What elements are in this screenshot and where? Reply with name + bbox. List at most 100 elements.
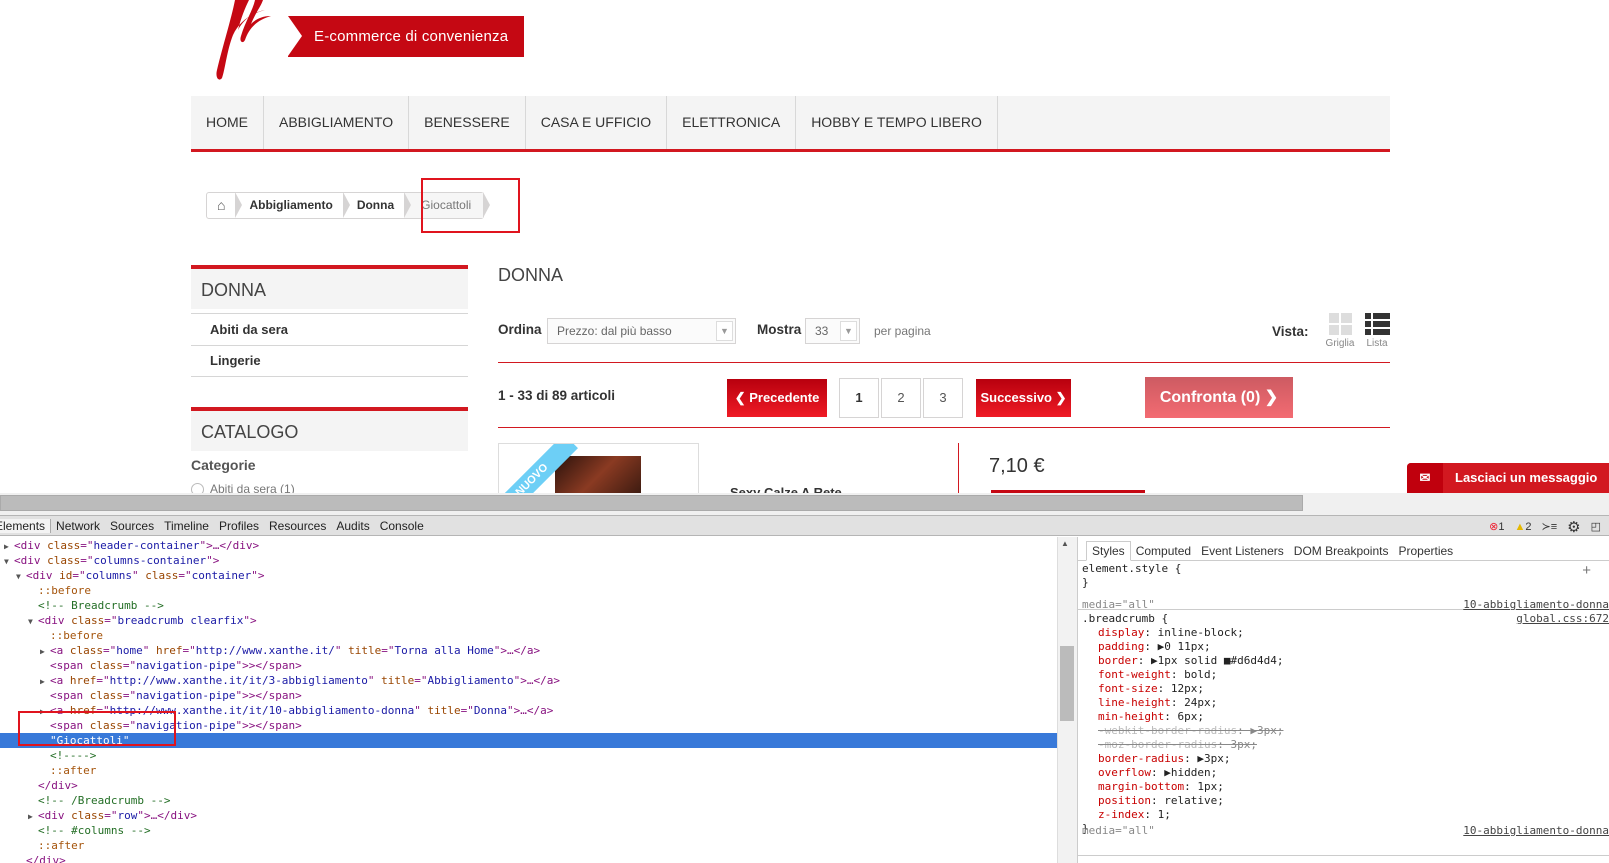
- css-property[interactable]: -webkit-border-radius: ▶3px;: [1098, 724, 1283, 738]
- stylesheet-link[interactable]: global.css:672: [1516, 612, 1609, 626]
- collapse-arrow-icon[interactable]: ▼: [16, 569, 26, 584]
- vertical-scrollbar[interactable]: ▲: [1057, 537, 1077, 863]
- breadcrumb-abbigliamento[interactable]: Abbigliamento: [235, 192, 351, 218]
- expand-arrow-icon[interactable]: ▶: [40, 644, 50, 659]
- sidebar-item-abiti-da-sera[interactable]: Abiti da sera: [191, 315, 468, 346]
- css-property[interactable]: border-radius: ▶3px;: [1098, 752, 1230, 766]
- compare-button[interactable]: Confronta (0) ❯: [1145, 377, 1293, 418]
- logo-tagline-banner[interactable]: E-commerce di convenienza: [288, 16, 524, 57]
- css-property[interactable]: -moz-border-radius: 3px;: [1098, 738, 1257, 752]
- product-name[interactable]: Sexy Calze A Rete: [730, 485, 842, 493]
- css-property[interactable]: margin-bottom: 1px;: [1098, 780, 1224, 794]
- dom-node[interactable]: <!-- /Breadcrumb -->: [0, 793, 1057, 808]
- nav-home[interactable]: HOME: [191, 96, 264, 149]
- view-list-button[interactable]: Lista: [1362, 313, 1392, 349]
- css-property[interactable]: z-index: 1;: [1098, 808, 1171, 822]
- breadcrumb-home[interactable]: ⌂: [207, 192, 244, 218]
- dom-node[interactable]: <!-- #columns -->: [0, 823, 1057, 838]
- dom-node[interactable]: ▶ <a href="http://www.xanthe.it/it/3-abbi…: [0, 673, 1057, 688]
- css-property[interactable]: display: inline-block;: [1098, 626, 1244, 640]
- warning-count[interactable]: ▲2: [1514, 521, 1531, 533]
- css-property[interactable]: padding: ▶0 11px;: [1098, 640, 1211, 654]
- scroll-up-icon[interactable]: ▲: [1061, 539, 1069, 548]
- devtools-tab-sources[interactable]: Sources: [105, 519, 159, 533]
- dom-token: Abbigliamento: [427, 674, 514, 687]
- dom-token: ">…</a>: [513, 674, 560, 687]
- devtools-tab-audits[interactable]: Audits: [331, 519, 374, 533]
- dock-icon[interactable]: ◰: [1591, 520, 1601, 533]
- console-drawer-icon[interactable]: ≻≡: [1542, 520, 1558, 533]
- dom-node[interactable]: ▼ <div class="columns-container">: [0, 553, 1057, 568]
- css-property[interactable]: line-height: 24px;: [1098, 696, 1217, 710]
- devtools-tab-console[interactable]: Console: [375, 519, 429, 533]
- dom-node[interactable]: ::after: [0, 838, 1057, 853]
- nav-hobby[interactable]: HOBBY E TEMPO LIBERO: [796, 96, 998, 149]
- dom-node[interactable]: <span class="navigation-pipe">></span>: [0, 688, 1057, 703]
- horizontal-scrollbar[interactable]: [0, 493, 1609, 515]
- dom-node[interactable]: ▼ <div id="columns" class="container">: [0, 568, 1057, 583]
- dom-node[interactable]: </div>: [0, 853, 1057, 863]
- page-2[interactable]: 2: [881, 378, 921, 418]
- css-property[interactable]: font-size: 12px;: [1098, 682, 1204, 696]
- breadcrumb-donna[interactable]: Donna: [343, 192, 412, 218]
- styles-tab-event-listeners[interactable]: Event Listeners: [1196, 542, 1289, 560]
- styles-tab-styles[interactable]: Styles: [1086, 541, 1131, 561]
- expand-arrow-icon[interactable]: ▶: [4, 539, 14, 554]
- per-page-label: per pagina: [874, 324, 931, 338]
- nav-benessere[interactable]: BENESSERE: [409, 96, 526, 149]
- styles-tab-properties[interactable]: Properties: [1393, 542, 1458, 560]
- dom-node[interactable]: ▶ <a class="home" href="http://www.xanthe…: [0, 643, 1057, 658]
- dom-node[interactable]: <!---->: [0, 748, 1057, 763]
- stylesheet-link[interactable]: 10-abbigliamento-donna: [1463, 824, 1609, 838]
- dom-node[interactable]: ::before: [0, 583, 1057, 598]
- css-property[interactable]: font-weight: bold;: [1098, 668, 1217, 682]
- devtools-tab-elements[interactable]: Elements: [0, 518, 52, 533]
- dom-node[interactable]: <span class="navigation-pipe">></span>: [0, 658, 1057, 673]
- dom-node[interactable]: </div>: [0, 778, 1057, 793]
- expand-arrow-icon[interactable]: ▶: [28, 809, 38, 824]
- devtools-tab-profiles[interactable]: Profiles: [214, 519, 264, 533]
- collapse-arrow-icon[interactable]: ▼: [28, 614, 38, 629]
- next-page-button[interactable]: Successivo ❯: [976, 379, 1071, 417]
- colon: :: [1150, 794, 1165, 807]
- dom-node[interactable]: ::before: [0, 628, 1057, 643]
- gear-icon[interactable]: ⚙: [1567, 518, 1580, 536]
- product-image[interactable]: NUOVO: [498, 443, 699, 493]
- devtools-tab-timeline[interactable]: Timeline: [159, 519, 214, 533]
- collapse-arrow-icon[interactable]: ▼: [4, 554, 14, 569]
- devtools-tab-network[interactable]: Network: [51, 519, 105, 533]
- nav-casa-e-ufficio[interactable]: CASA E UFFICIO: [526, 96, 668, 149]
- css-property[interactable]: overflow: ▶hidden;: [1098, 766, 1217, 780]
- view-grid-label: Griglia: [1325, 338, 1355, 349]
- leave-message-button[interactable]: ✉ Lasciaci un messaggio: [1407, 463, 1609, 493]
- page-1[interactable]: 1: [839, 378, 879, 418]
- css-property[interactable]: position: relative;: [1098, 794, 1224, 808]
- page-3[interactable]: 3: [923, 378, 963, 418]
- css-property-name: border-radius: [1098, 752, 1185, 765]
- nav-abbigliamento[interactable]: ABBIGLIAMENTO: [264, 96, 410, 149]
- prev-page-button[interactable]: ❮ Precedente: [727, 379, 827, 417]
- devtools-tab-resources[interactable]: Resources: [264, 519, 331, 533]
- sort-select[interactable]: Prezzo: dal più basso ▼: [547, 318, 736, 344]
- dom-node[interactable]: ::after: [0, 763, 1057, 778]
- css-property[interactable]: border: ▶1px solid ■#d6d4d4;: [1098, 654, 1283, 668]
- add-rule-icon[interactable]: +: [1582, 562, 1591, 579]
- sidebar-item-lingerie[interactable]: Lingerie: [191, 346, 468, 377]
- error-count[interactable]: ⊗1: [1489, 520, 1504, 533]
- expand-arrow-icon[interactable]: ▶: [40, 674, 50, 689]
- scrollbar-thumb[interactable]: [0, 495, 1303, 511]
- dom-node[interactable]: ▶ <div class="header-container">…</div>: [0, 538, 1057, 553]
- dom-node[interactable]: <!-- Breadcrumb -->: [0, 598, 1057, 613]
- dom-node[interactable]: ▼ <div class="breadcrumb clearfix">: [0, 613, 1057, 628]
- show-select[interactable]: 33 ▼: [805, 318, 860, 344]
- styles-tab-dom-breakpoints[interactable]: DOM Breakpoints: [1289, 542, 1394, 560]
- colon: :: [1184, 780, 1198, 793]
- dom-node[interactable]: ▶ <div class="row">…</div>: [0, 808, 1057, 823]
- css-property-name: padding: [1098, 640, 1145, 653]
- scrollbar-thumb[interactable]: [1060, 646, 1074, 721]
- stylesheet-link[interactable]: 10-abbigliamento-donna: [1463, 598, 1609, 612]
- nav-elettronica[interactable]: ELETTRONICA: [667, 96, 797, 149]
- view-grid-button[interactable]: Griglia: [1323, 313, 1357, 349]
- styles-tab-computed[interactable]: Computed: [1131, 542, 1196, 560]
- css-property[interactable]: min-height: 6px;: [1098, 710, 1204, 724]
